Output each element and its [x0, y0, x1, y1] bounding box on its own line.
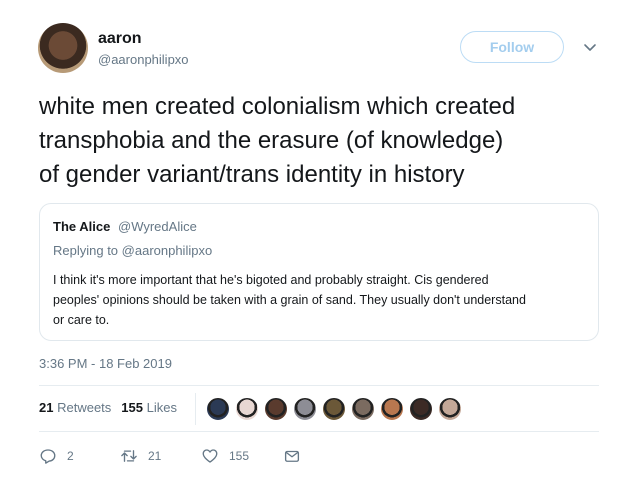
quote-text: I think it's more important that he's bi…	[53, 270, 578, 330]
follow-button[interactable]: Follow	[460, 31, 564, 63]
tweet-text-line: of gender variant/trans identity in hist…	[39, 161, 465, 188]
tweet: aaron @aaronphilipxo Follow white men cr…	[0, 0, 639, 487]
author-handle[interactable]: @aaronphilipxo	[98, 52, 189, 67]
liker-avatar[interactable]	[264, 397, 288, 421]
replying-to-link[interactable]: @aaronphilipxo	[122, 243, 213, 258]
like-count: 155	[229, 449, 250, 463]
liker-avatar[interactable]	[409, 397, 433, 421]
quote-text-line: I think it's more important that he's bi…	[53, 273, 489, 287]
quote-text-line: peoples' opinions should be taken with a…	[53, 293, 526, 307]
quoted-tweet[interactable]: The Alice @WyredAlice Replying to @aaron…	[39, 203, 599, 341]
like-icon	[202, 449, 218, 463]
reply-button[interactable]: 2	[39, 446, 74, 466]
quote-author-name: The Alice	[53, 219, 111, 234]
retweet-icon	[121, 450, 137, 462]
like-button[interactable]: 155	[201, 446, 249, 466]
chevron-down-icon[interactable]	[582, 39, 598, 55]
message-button[interactable]	[283, 446, 301, 466]
quote-replying-to: Replying to @aaronphilipxo	[53, 243, 212, 258]
liker-avatar[interactable]	[322, 397, 346, 421]
engagement-stats: 21 Retweets 155 Likes	[39, 400, 177, 415]
liker-avatar[interactable]	[293, 397, 317, 421]
replying-prefix: Replying to	[53, 243, 122, 258]
tweet-text: white men created colonialism which crea…	[39, 90, 609, 192]
divider	[39, 431, 599, 432]
liker-avatar[interactable]	[438, 397, 462, 421]
quote-author-handle: @WyredAlice	[118, 219, 197, 234]
retweet-button[interactable]: 21	[120, 446, 161, 466]
timestamp[interactable]: 3:36 PM - 18 Feb 2019	[39, 356, 172, 371]
message-icon	[284, 450, 300, 462]
author-name[interactable]: aaron	[98, 30, 142, 48]
liker-avatar[interactable]	[380, 397, 404, 421]
avatar[interactable]	[38, 23, 88, 73]
tweet-text-line: transphobia and the erasure (of knowledg…	[39, 127, 504, 154]
reply-count: 2	[67, 449, 74, 463]
quote-text-line: or care to.	[53, 313, 110, 327]
likes-stat[interactable]: 155 Likes	[121, 400, 177, 415]
liker-avatar[interactable]	[235, 397, 259, 421]
stats-separator	[195, 393, 196, 425]
liker-avatar[interactable]	[206, 397, 230, 421]
retweets-stat[interactable]: 21 Retweets	[39, 400, 111, 415]
retweet-count: 21	[148, 449, 162, 463]
divider	[39, 385, 599, 386]
reply-icon	[40, 449, 56, 464]
liker-avatar[interactable]	[351, 397, 375, 421]
tweet-text-line: white men created colonialism which crea…	[39, 93, 516, 120]
